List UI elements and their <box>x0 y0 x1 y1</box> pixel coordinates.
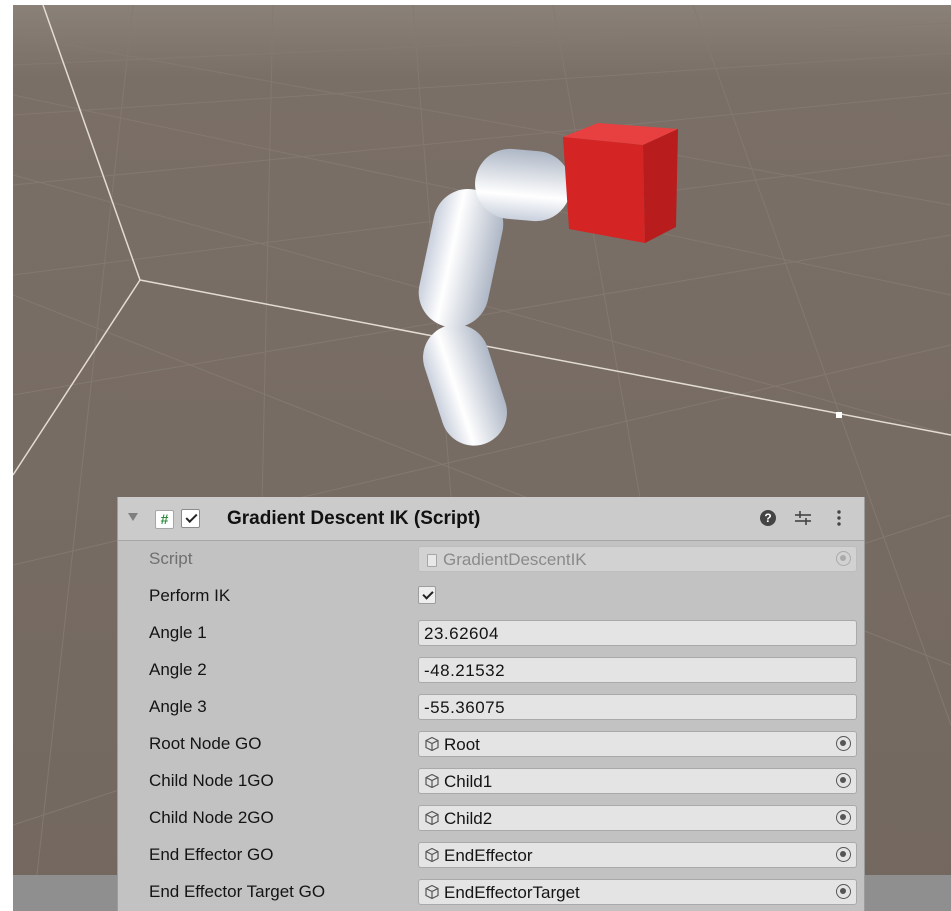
angle2-value: -48.21532 <box>424 661 506 680</box>
angle1-label[interactable]: Angle 1 <box>149 623 207 643</box>
component-enabled-checkbox[interactable] <box>181 509 200 528</box>
angle3-label[interactable]: Angle 3 <box>149 697 207 717</box>
child-node2-field[interactable]: Child2 <box>418 805 857 831</box>
component-title: Gradient Descent IK (Script) <box>227 508 481 529</box>
child-node1-value: Child1 <box>444 772 493 791</box>
gameobject-cube-icon <box>425 773 439 789</box>
gameobject-cube-icon <box>425 847 439 863</box>
child-node2-value: Child2 <box>444 809 493 828</box>
root-node-field[interactable]: Root <box>418 731 857 757</box>
end-effector-target-field[interactable]: EndEffectorTarget <box>418 879 857 905</box>
kebab-menu-icon[interactable] <box>834 508 844 528</box>
object-picker-icon[interactable] <box>836 773 851 788</box>
end-effector-label: End Effector GO <box>149 845 274 864</box>
hash-script-icon: # <box>155 510 174 529</box>
end-effector-cube-front <box>563 137 645 243</box>
child-node2-row: Child Node 2GO Child2 <box>118 802 864 836</box>
end-effector-cube-side <box>643 129 678 243</box>
inspector-component: # Gradient Descent IK (Script) ? Script … <box>117 497 865 911</box>
end-effector-field[interactable]: EndEffector <box>418 842 857 868</box>
angle2-input[interactable]: -48.21532 <box>418 657 857 683</box>
angle1-input[interactable]: 23.62604 <box>418 620 857 646</box>
end-effector-target-label: End Effector Target GO <box>149 882 326 901</box>
angle3-value: -55.36075 <box>424 698 506 717</box>
script-label: Script <box>149 549 193 568</box>
root-node-value: Root <box>444 735 480 754</box>
child-node2-label: Child Node 2GO <box>149 808 274 827</box>
end-effector-target-value: EndEffectorTarget <box>444 883 580 902</box>
object-picker-icon[interactable] <box>836 736 851 751</box>
gameobject-cube-icon <box>425 810 439 826</box>
perform-ik-row: Perform IK <box>118 580 864 614</box>
child-node1-label: Child Node 1GO <box>149 771 274 790</box>
object-picker-icon <box>836 551 851 566</box>
object-picker-icon[interactable] <box>836 810 851 825</box>
script-value: GradientDescentIK <box>443 550 587 569</box>
end-effector-value: EndEffector <box>444 846 533 865</box>
perform-ik-checkbox[interactable] <box>418 586 436 604</box>
target-marker <box>836 412 842 418</box>
angle2-row: Angle 2 -48.21532 <box>118 654 864 688</box>
object-picker-icon[interactable] <box>836 847 851 862</box>
object-picker-icon[interactable] <box>836 884 851 899</box>
angle2-label[interactable]: Angle 2 <box>149 660 207 680</box>
help-icon[interactable]: ? <box>760 510 776 526</box>
angle3-input[interactable]: -55.36075 <box>418 694 857 720</box>
end-effector-row: End Effector GO EndEffector <box>118 839 864 873</box>
perform-ik-label: Perform IK <box>149 586 231 605</box>
presets-icon[interactable] <box>793 508 813 528</box>
angle1-row: Angle 1 23.62604 <box>118 617 864 651</box>
script-field: GradientDescentIK <box>418 546 857 572</box>
gameobject-cube-icon <box>425 736 439 752</box>
foldout-arrow-icon[interactable] <box>128 513 138 521</box>
end-effector-target-row: End Effector Target GO EndEffectorTarget <box>118 876 864 910</box>
root-node-label: Root Node GO <box>149 734 262 753</box>
gameobject-cube-icon <box>425 884 439 900</box>
script-row: Script GradientDescentIK <box>118 543 864 577</box>
angle3-row: Angle 3 -55.36075 <box>118 691 864 725</box>
root-node-row: Root Node GO Root <box>118 728 864 762</box>
child-node1-field[interactable]: Child1 <box>418 768 857 794</box>
component-header[interactable]: # Gradient Descent IK (Script) ? <box>118 497 864 541</box>
child-node1-row: Child Node 1GO Child1 <box>118 765 864 799</box>
angle1-value: 23.62604 <box>424 624 499 643</box>
script-file-icon <box>427 554 437 567</box>
